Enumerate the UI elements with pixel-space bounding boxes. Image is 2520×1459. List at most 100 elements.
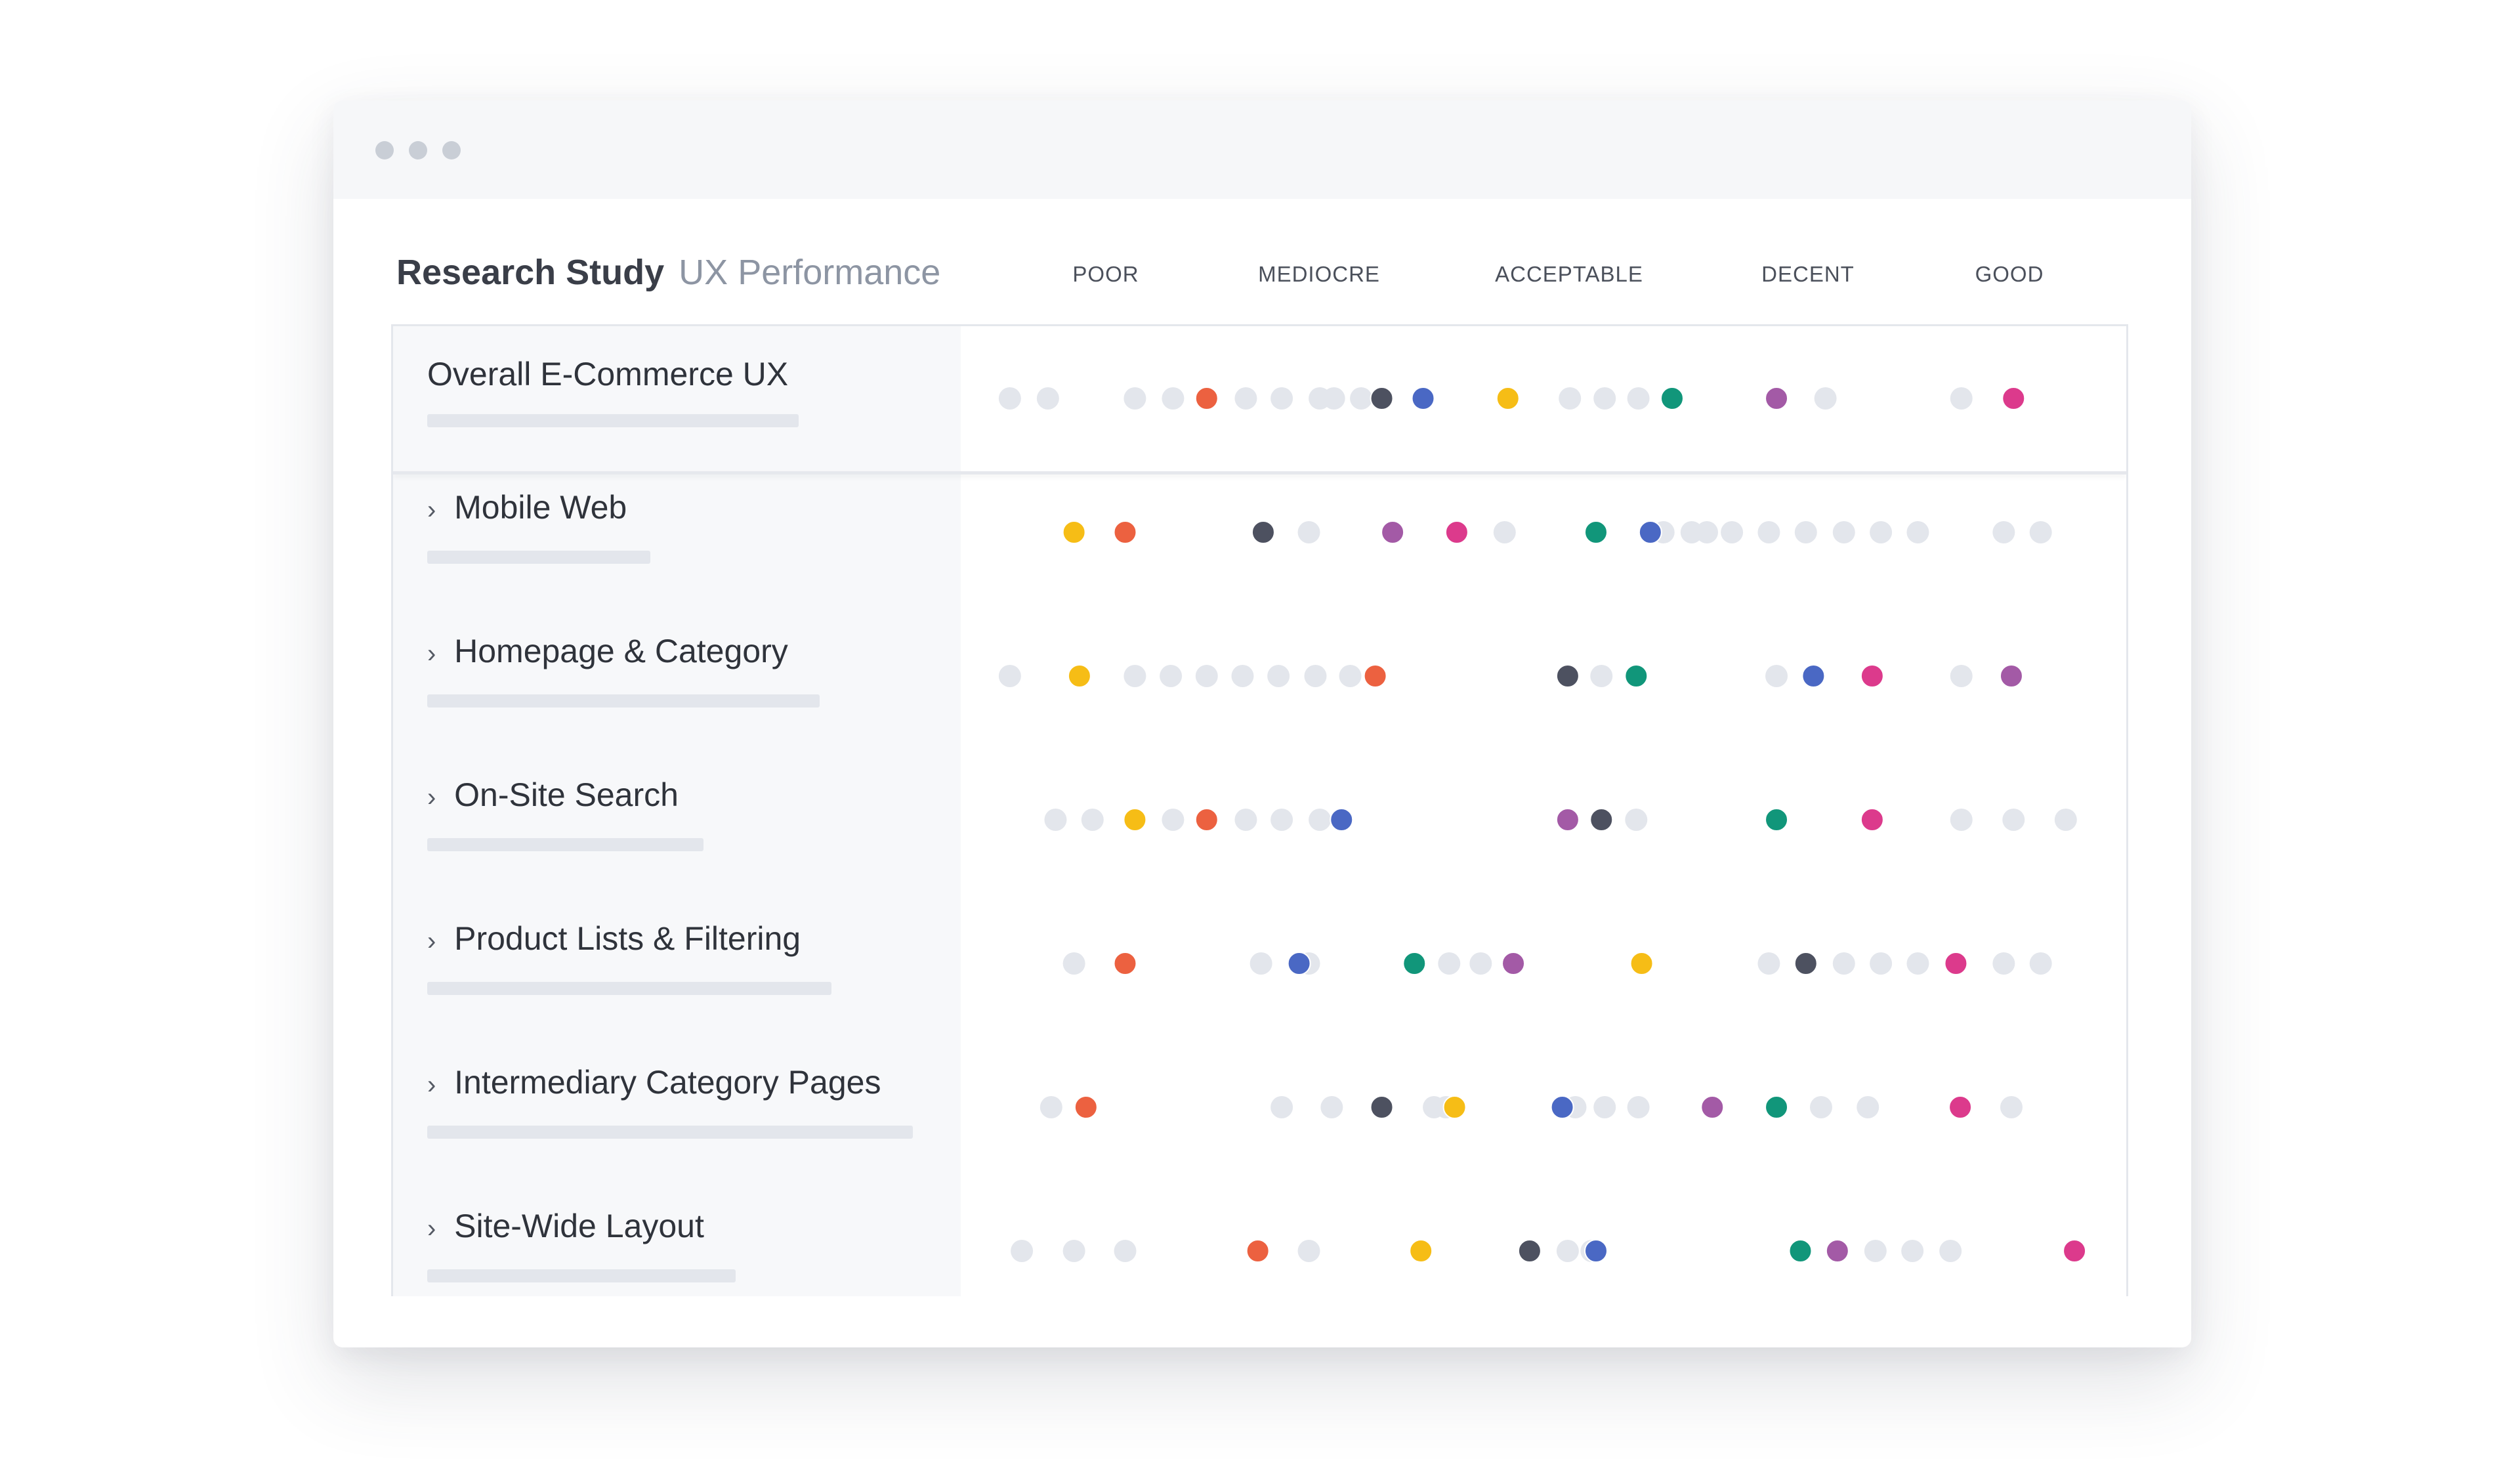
score-dot-dark[interactable] — [1517, 1239, 1542, 1263]
score-dot-neutral — [1322, 387, 1345, 410]
title-subtitle: UX Performance — [679, 253, 941, 292]
score-dot-neutral — [1493, 521, 1516, 543]
score-dot-neutral — [1627, 1096, 1650, 1118]
score-dot-neutral — [1231, 665, 1254, 687]
score-dot-neutral — [1765, 665, 1788, 687]
score-dot-neutral — [1162, 809, 1185, 831]
score-dot-neutral — [1124, 387, 1146, 410]
score-dot-neutral — [1757, 952, 1780, 975]
score-dot-purple[interactable] — [1825, 1239, 1849, 1263]
score-dot-dark[interactable] — [1251, 520, 1275, 544]
score-dot-neutral — [1757, 521, 1780, 543]
title-main: Research Study — [396, 253, 665, 292]
score-dot-red[interactable] — [1194, 387, 1219, 410]
score-dot-neutral — [1234, 387, 1257, 410]
score-dot-neutral — [1901, 1240, 1924, 1262]
score-dot-yellow[interactable] — [1409, 1239, 1433, 1263]
score-dot-yellow[interactable] — [1442, 1095, 1467, 1119]
score-dot-blue[interactable] — [1638, 520, 1662, 544]
score-dot-neutral — [2000, 1096, 2023, 1118]
score-dot-yellow[interactable] — [1496, 387, 1520, 410]
score-dot-neutral — [1062, 1240, 1085, 1262]
score-dot-blue[interactable] — [1330, 808, 1354, 832]
score-dot-green[interactable] — [1624, 664, 1648, 688]
score-dot-red[interactable] — [1113, 520, 1137, 544]
window-control-dot[interactable] — [375, 141, 394, 159]
score-dot-neutral — [1036, 387, 1059, 410]
score-dot-neutral — [1304, 665, 1327, 687]
ux-performance-table: Overall E-Commerce UX › Mobile Web › Hom… — [391, 324, 2128, 1296]
score-dot-green[interactable] — [1402, 952, 1427, 975]
score-dot-red[interactable] — [1113, 952, 1137, 975]
score-dot-dark[interactable] — [1794, 952, 1818, 975]
score-dot-pink[interactable] — [1948, 1095, 1973, 1119]
window-control-dot[interactable] — [409, 141, 427, 159]
score-dot-neutral — [1309, 809, 1332, 831]
score-dot-neutral — [1832, 952, 1855, 975]
score-dot-neutral — [1270, 1096, 1293, 1118]
score-dot-neutral — [1044, 809, 1067, 831]
score-dot-neutral — [1593, 387, 1616, 410]
score-dot-purple[interactable] — [1700, 1095, 1725, 1119]
score-dot-pink[interactable] — [2002, 387, 2026, 410]
score-dot-neutral — [1593, 1096, 1616, 1118]
score-dot-neutral — [1627, 387, 1650, 410]
score-dot-dark[interactable] — [1555, 664, 1580, 688]
score-dot-red[interactable] — [1074, 1095, 1098, 1119]
score-dot-neutral — [1469, 952, 1492, 975]
score-dot-red[interactable] — [1246, 1239, 1270, 1263]
score-dot-green[interactable] — [1765, 808, 1789, 832]
score-dot-blue[interactable] — [1801, 664, 1826, 688]
score-dot-neutral — [1081, 809, 1104, 831]
score-dot-pink[interactable] — [2063, 1239, 2087, 1263]
score-dot-neutral — [1124, 665, 1146, 687]
score-dot-neutral — [1625, 809, 1648, 831]
score-dot-pink[interactable] — [1860, 808, 1884, 832]
score-dot-neutral — [1062, 952, 1085, 975]
score-dot-green[interactable] — [1765, 1095, 1789, 1119]
scale-label-mediocre: MEDIOCRE — [1258, 262, 1380, 286]
window-titlebar — [333, 100, 2191, 199]
score-dot-neutral — [1040, 1096, 1062, 1118]
score-dot-neutral — [998, 387, 1021, 410]
score-dot-dark[interactable] — [1370, 1095, 1394, 1119]
scale-label-poor: POOR — [1072, 262, 1139, 286]
score-dot-red[interactable] — [1363, 664, 1387, 688]
score-dot-yellow[interactable] — [1067, 664, 1091, 688]
score-dot-neutral — [1234, 809, 1257, 831]
score-dot-purple[interactable] — [1765, 387, 1789, 410]
score-dot-neutral — [998, 665, 1021, 687]
score-dot-neutral — [1297, 1240, 1320, 1262]
score-dot-purple[interactable] — [1381, 520, 1405, 544]
scale-label-good: GOOD — [1975, 262, 2044, 286]
score-dot-green[interactable] — [1788, 1239, 1813, 1263]
score-dot-pink[interactable] — [1944, 952, 1968, 975]
browser-window: Research Study UX Performance POOR MEDIOC… — [333, 100, 2191, 1347]
score-dot-blue[interactable] — [1287, 952, 1311, 975]
score-dot-green[interactable] — [1660, 387, 1684, 410]
score-dot-purple[interactable] — [1502, 952, 1526, 975]
score-dot-neutral — [1939, 1240, 1962, 1262]
score-dot-neutral — [1906, 521, 1929, 543]
score-dot-dark[interactable] — [1589, 808, 1614, 832]
score-dot-blue[interactable] — [1584, 1239, 1608, 1263]
score-dot-neutral — [2054, 809, 2077, 831]
score-dot-pink[interactable] — [1444, 520, 1469, 544]
window-control-dot[interactable] — [442, 141, 461, 159]
score-dot-neutral — [1162, 387, 1185, 410]
score-dot-red[interactable] — [1194, 808, 1219, 832]
score-dot-neutral — [2029, 521, 2052, 543]
score-dot-green[interactable] — [1584, 520, 1608, 544]
score-dot-blue[interactable] — [1550, 1095, 1574, 1119]
score-dot-neutral — [1950, 809, 1973, 831]
score-dot-yellow[interactable] — [1629, 952, 1654, 975]
score-dots-chart — [998, 387, 2087, 1263]
score-dot-purple[interactable] — [1999, 664, 2023, 688]
score-dot-purple[interactable] — [1555, 808, 1580, 832]
score-dot-blue[interactable] — [1411, 387, 1435, 410]
score-dot-pink[interactable] — [1860, 664, 1884, 688]
score-dot-yellow[interactable] — [1062, 520, 1086, 544]
score-dot-dark[interactable] — [1370, 387, 1394, 410]
score-dot-yellow[interactable] — [1123, 808, 1147, 832]
score-dot-neutral — [1320, 1096, 1343, 1118]
